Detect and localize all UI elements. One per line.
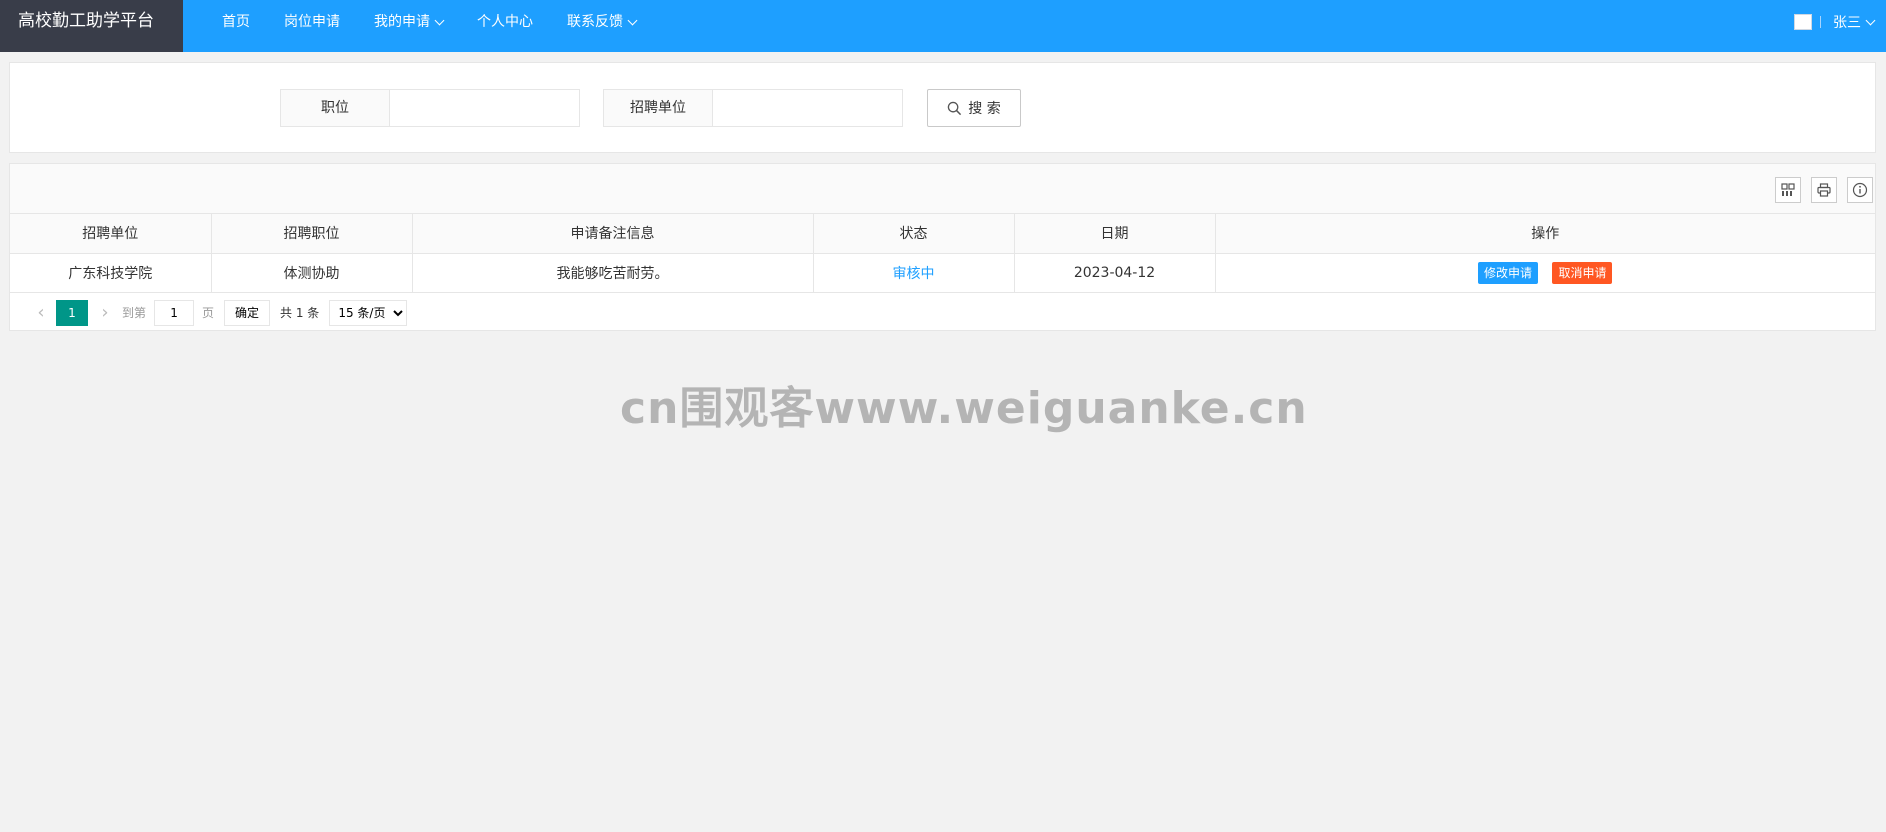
cell-status: 审核中 — [813, 253, 1015, 293]
main-nav: 首页 岗位申请 我的申请 个人中心 联系反馈 — [205, 0, 653, 44]
pagination: ‹ 1 › 到第 页 确定 共 1 条 15 条/页 — [10, 293, 1875, 333]
table-header-row: 招聘单位 招聘职位 申请备注信息 状态 日期 操作 — [10, 214, 1875, 254]
unit-input[interactable] — [713, 90, 902, 126]
user-area: 张三 — [1794, 0, 1886, 44]
nav-label: 首页 — [222, 14, 250, 30]
top-header: 高校勤工助学平台 首页 岗位申请 我的申请 个人中心 联系反馈 张三 — [0, 0, 1886, 52]
unit-label: 招聘单位 — [604, 90, 713, 126]
current-page-button[interactable]: 1 — [56, 299, 88, 326]
position-field: 职位 — [280, 89, 580, 127]
search-icon — [948, 101, 962, 115]
column-header[interactable]: 日期 — [1014, 214, 1216, 254]
info-icon — [1852, 182, 1868, 198]
search-button[interactable]: 搜 索 — [927, 89, 1021, 127]
goto-suffix: 页 — [202, 306, 215, 320]
goto-page-input[interactable] — [154, 299, 195, 326]
columns-filter-button[interactable] — [1775, 177, 1801, 203]
print-icon — [1817, 183, 1831, 197]
cancel-application-button[interactable]: 取消申请 — [1552, 261, 1613, 284]
chevron-down-icon — [627, 15, 638, 25]
page-size-select[interactable]: 15 条/页 — [329, 299, 408, 326]
edit-application-button[interactable]: 修改申请 — [1478, 261, 1539, 284]
goto-prefix: 到第 — [122, 306, 147, 320]
nav-item-contact-feedback[interactable]: 联系反馈 — [550, 0, 653, 44]
column-header[interactable]: 招聘单位 — [10, 214, 212, 254]
user-menu[interactable]: 张三 — [1833, 12, 1876, 32]
columns-icon — [1781, 183, 1795, 196]
nav-label: 我的申请 — [374, 14, 430, 30]
chevron-down-icon — [434, 15, 445, 25]
nav-label: 个人中心 — [477, 14, 533, 30]
column-header[interactable]: 申请备注信息 — [412, 214, 814, 254]
column-header[interactable]: 状态 — [813, 214, 1015, 254]
status-badge: 审核中 — [892, 265, 935, 282]
user-name: 张三 — [1833, 15, 1861, 31]
nav-item-job-apply[interactable]: 岗位申请 — [267, 0, 357, 44]
chevron-down-icon — [1865, 15, 1876, 25]
nav-item-personal-center[interactable]: 个人中心 — [460, 0, 550, 44]
cell-date: 2023-04-12 — [1014, 253, 1216, 293]
position-input[interactable] — [390, 90, 579, 126]
search-button-label: 搜 索 — [968, 101, 1001, 117]
position-label: 职位 — [281, 90, 390, 126]
app-logo[interactable]: 高校勤工助学平台 — [0, 0, 183, 52]
nav-item-home[interactable]: 首页 — [205, 0, 267, 44]
nav-label: 岗位申请 — [284, 14, 340, 30]
search-panel: 职位 招聘单位 搜 索 — [9, 62, 1876, 153]
prev-page-button[interactable]: ‹ — [26, 302, 56, 323]
column-header[interactable]: 招聘职位 — [211, 214, 413, 254]
applications-table: 招聘单位 招聘职位 申请备注信息 状态 日期 操作 广东科技学院 体测协助 我能… — [10, 214, 1875, 293]
table-row: 广东科技学院 体测协助 我能够吃苦耐劳。 审核中 2023-04-12 修改申请… — [10, 253, 1875, 293]
nav-label: 联系反馈 — [567, 14, 623, 30]
nav-item-my-applications[interactable]: 我的申请 — [357, 0, 460, 44]
next-page-button[interactable]: › — [94, 302, 116, 323]
table-toolbar — [10, 164, 1875, 214]
total-count: 共 1 条 — [280, 306, 320, 320]
info-button[interactable] — [1847, 177, 1873, 203]
cell-position: 体测协助 — [211, 253, 413, 293]
cell-unit: 广东科技学院 — [10, 253, 212, 293]
goto-confirm-button[interactable]: 确定 — [224, 299, 271, 326]
column-header[interactable]: 操作 — [1215, 214, 1875, 254]
watermark: cn围观客www.weiguanke.cn — [620, 383, 1308, 434]
cell-remark: 我能够吃苦耐劳。 — [412, 253, 814, 293]
avatar[interactable] — [1794, 14, 1812, 30]
cell-actions: 修改申请 取消申请 — [1215, 253, 1875, 293]
unit-field: 招聘单位 — [603, 89, 903, 127]
divider — [1820, 16, 1821, 28]
print-button[interactable] — [1811, 177, 1837, 203]
applications-table-panel: 招聘单位 招聘职位 申请备注信息 状态 日期 操作 广东科技学院 体测协助 我能… — [9, 163, 1876, 331]
